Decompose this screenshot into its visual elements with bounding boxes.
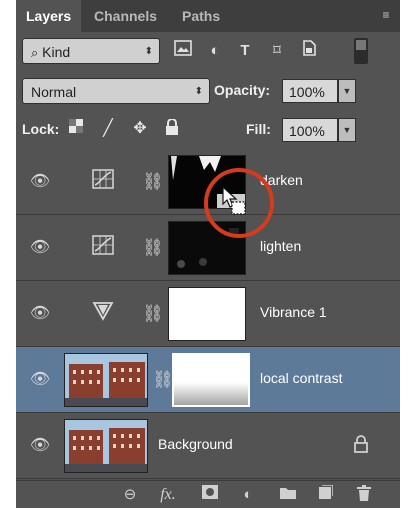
layer-thumbnail[interactable]	[64, 419, 148, 473]
curves-icon[interactable]	[90, 169, 116, 195]
layer-name[interactable]: local contrast	[260, 370, 342, 386]
vibrance-icon[interactable]	[90, 301, 116, 327]
layer-mask-thumbnail[interactable]	[168, 287, 246, 341]
panel-menu-icon[interactable]: ≡	[378, 8, 394, 22]
layer-mask-thumbnail[interactable]	[168, 221, 246, 275]
visibility-eye-icon[interactable]: 👁	[28, 368, 52, 392]
tab-paths[interactable]: Paths	[182, 0, 220, 32]
tab-layers[interactable]: Layers	[16, 0, 82, 32]
mask-link-icon[interactable]: ⛓	[142, 169, 164, 195]
opacity-field[interactable]: 100%	[282, 79, 338, 103]
layer-name[interactable]: Background	[158, 436, 233, 452]
group-folder-icon[interactable]	[278, 485, 298, 505]
search-icon: ⌕	[31, 45, 39, 60]
fill-label: Fill:	[246, 121, 271, 137]
lock-position-icon[interactable]: ✥	[130, 119, 150, 139]
curves-icon[interactable]	[90, 235, 116, 261]
panel-tab-bar: Layers Channels Paths ≡	[16, 0, 400, 32]
layer-row-local-contrast[interactable]: 👁 ⛓ local contrast	[16, 347, 400, 413]
layer-lock-icon[interactable]	[354, 435, 372, 455]
image-filter-icon[interactable]	[172, 40, 194, 62]
mask-link-icon[interactable]: ⛓	[142, 301, 164, 327]
visibility-eye-icon[interactable]: 👁	[28, 236, 52, 260]
layer-row-vibrance-1[interactable]: 👁 ⛓ Vibrance 1	[16, 281, 400, 347]
tab-channels[interactable]: Channels	[94, 0, 157, 32]
type-filter-icon[interactable]: T	[234, 40, 256, 62]
adjustment-filter-icon[interactable]: ◐	[204, 40, 226, 62]
filter-kind-label: Kind	[42, 44, 71, 60]
move-cursor-icon	[221, 185, 247, 216]
fx-icon[interactable]: fx.	[158, 485, 178, 505]
layers-panel: Layers Channels Paths ≡ ⌕ Kind ⬍ ◐ T ⌑ N…	[16, 0, 400, 508]
lock-all-icon[interactable]	[162, 118, 182, 139]
add-mask-icon[interactable]	[200, 485, 220, 505]
new-layer-icon[interactable]	[316, 484, 336, 505]
link-layers-icon[interactable]: ⊖	[120, 485, 140, 505]
layer-thumbnail[interactable]	[64, 353, 148, 407]
mask-link-icon[interactable]: ⛓	[152, 367, 174, 393]
dropdown-arrow-icon: ⬍	[144, 46, 153, 57]
lock-label: Lock:	[22, 121, 60, 137]
shape-filter-icon[interactable]: ⌑	[266, 40, 288, 62]
filter-toggle-switch[interactable]	[354, 38, 368, 64]
visibility-eye-icon[interactable]: 👁	[28, 170, 52, 194]
visibility-eye-icon[interactable]: 👁	[28, 434, 52, 458]
layer-mask-thumbnail[interactable]	[172, 353, 250, 407]
lock-transparent-icon[interactable]	[66, 119, 86, 139]
layer-row-background[interactable]: 👁 Background	[16, 413, 400, 479]
opacity-label: Opacity:	[214, 82, 271, 98]
layer-row-lighten[interactable]: 👁 ⛓ lighten	[16, 215, 400, 281]
fill-field[interactable]: 100%	[282, 118, 338, 142]
smart-object-filter-icon[interactable]	[298, 40, 320, 62]
layer-name[interactable]: darken	[260, 172, 303, 188]
opacity-dropdown-arrow-icon[interactable]: ▼	[338, 79, 356, 103]
filter-kind-dropdown[interactable]: ⌕ Kind ⬍	[22, 38, 160, 64]
trash-icon[interactable]	[354, 485, 374, 505]
layer-name[interactable]: lighten	[260, 238, 301, 254]
adjustment-layer-icon[interactable]: ◐	[238, 485, 258, 505]
blend-mode-value: Normal	[31, 84, 77, 100]
layer-name[interactable]: Vibrance 1	[260, 304, 327, 320]
mask-link-icon[interactable]: ⛓	[142, 235, 164, 261]
fill-dropdown-arrow-icon[interactable]: ▼	[338, 118, 356, 142]
visibility-eye-icon[interactable]: 👁	[28, 302, 52, 326]
panel-footer: ⊖ fx. ◐	[16, 480, 400, 508]
lock-image-icon[interactable]: ╱	[98, 119, 118, 139]
blend-mode-dropdown[interactable]: Normal ⬍	[22, 78, 210, 104]
dropdown-arrow-icon: ⬍	[194, 86, 203, 97]
layer-row-darken[interactable]: 👁 ⛓ darken	[16, 149, 400, 215]
